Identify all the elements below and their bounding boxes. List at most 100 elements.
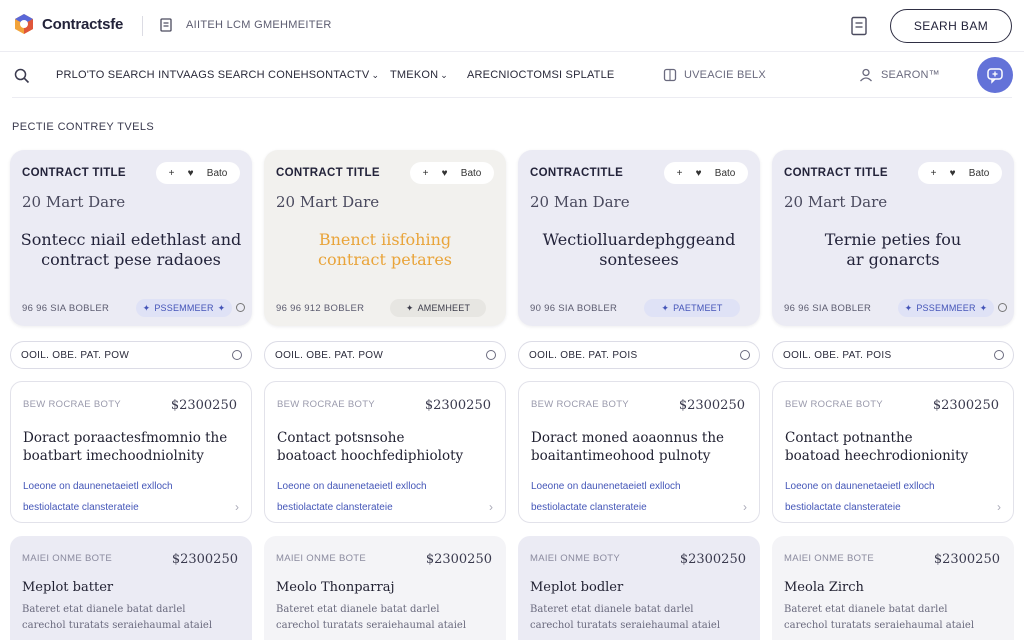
chevron-right-icon[interactable]: › — [489, 500, 493, 514]
summary-kicker: MAIEI ONME BOTE — [276, 553, 367, 564]
option-strip[interactable]: OOIL. OBE. PAT. POW — [264, 341, 506, 369]
status-badge-label: PAETMEET — [673, 303, 723, 313]
summary-description: Bateret etat dianele batat darlel carech… — [22, 602, 242, 634]
chat-button[interactable] — [977, 57, 1013, 93]
sparkle-icon: ✦ — [979, 302, 988, 313]
chevron-down-icon: ⌄ — [371, 70, 380, 80]
plus-icon[interactable]: + — [677, 168, 683, 179]
radio-icon[interactable] — [994, 350, 1004, 360]
contract-card[interactable]: CONTRACT TITLE + ♥ Bato 20 Mart Dare Ter… — [772, 150, 1014, 326]
contract-title: CONTRACT TITLE — [276, 167, 380, 179]
detail-link[interactable]: Loeone on daunenetaeietl exlloch — [277, 481, 427, 492]
contract-meta: 96 96 912 BOBLER — [276, 303, 365, 314]
detail-card[interactable]: BEW ROCRAE BOTY $2300250 Doract poraacte… — [10, 381, 252, 523]
summary-description-line: Bateret etat dianele batat darlel — [276, 604, 440, 615]
card-actions[interactable]: + ♥ Bato — [410, 162, 494, 184]
summary-description: Bateret etat dianele batat darlel carech… — [530, 602, 750, 634]
summary-title: Meola Zirch — [784, 580, 864, 595]
contract-meta: 96 96 SIA BOBLER — [784, 303, 872, 314]
option-strip-label: OOIL. OBE. PAT. POIS — [529, 350, 638, 361]
option-strip[interactable]: OOIL. OBE. PAT. POW — [10, 341, 252, 369]
logo-icon — [15, 14, 33, 34]
summary-description-line: Bateret etat dianele batat darlel — [530, 604, 694, 615]
summary-card[interactable]: MAIEI ONME BOTE $2300250 Meolo Thonparra… — [264, 536, 506, 640]
card-actions[interactable]: + ♥ Bato — [664, 162, 748, 184]
sparkle-icon: ✦ — [405, 302, 414, 313]
contract-title: CONTRACT TITLE — [784, 167, 888, 179]
filter-search-type-label: PRLO'TO SEARCH INTVAAGS SEARCH CONEHSONT… — [56, 69, 370, 81]
detail-link[interactable]: bestiolactate clansterateie — [277, 502, 393, 513]
breadcrumb[interactable]: AIITEH LCM GMEHMEITER — [186, 19, 332, 31]
summary-card[interactable]: MAIEI ONME BOTE $2300250 Meplot batter B… — [10, 536, 252, 640]
heart-icon[interactable]: ♥ — [188, 168, 194, 179]
card-actions[interactable]: + ♥ Bato — [918, 162, 1002, 184]
status-badge[interactable]: ✦ AMEMHEET — [390, 299, 486, 317]
detail-link[interactable]: Loeone on daunenetaeietl exlloch — [785, 481, 935, 492]
summary-line: Bnenct iisfohing — [318, 230, 452, 249]
user-icon[interactable] — [859, 68, 873, 82]
summary-card[interactable]: MAIEI ONME BOTY $2300250 Meplot bodler B… — [518, 536, 760, 640]
filter-term[interactable]: TMEKON ⌄ — [390, 69, 448, 81]
filter-term-label: TMEKON — [390, 69, 439, 81]
brand-logo[interactable]: Contractsfe — [12, 12, 123, 36]
plus-icon[interactable]: + — [931, 168, 937, 179]
status-badge[interactable]: ✦ PSSEMMEER ✦ — [898, 299, 994, 317]
bookmark-icon[interactable] — [850, 16, 868, 36]
radio-icon[interactable] — [236, 303, 245, 312]
chevron-right-icon[interactable]: › — [997, 500, 1001, 514]
summary-price: $2300250 — [933, 552, 1000, 567]
card-actions[interactable]: + ♥ Bato — [156, 162, 240, 184]
chevron-right-icon[interactable]: › — [235, 500, 239, 514]
summary-description-line: Bateret etat dianele batat darlel — [784, 604, 948, 615]
section-title: PECTIE CONTREY TVELS — [12, 121, 155, 133]
radio-icon[interactable] — [232, 350, 242, 360]
plus-icon[interactable]: + — [423, 168, 429, 179]
detail-link[interactable]: bestiolactate clansterateie — [531, 502, 647, 513]
plus-icon[interactable]: + — [169, 168, 175, 179]
detail-link[interactable]: bestiolactate clansterateie — [785, 502, 901, 513]
option-strip[interactable]: OOIL. OBE. PAT. POIS — [518, 341, 760, 369]
document-icon[interactable] — [160, 18, 172, 32]
grid-icon[interactable] — [663, 68, 677, 82]
radio-icon[interactable] — [740, 350, 750, 360]
option-strip[interactable]: OOIL. OBE. PAT. POIS — [772, 341, 1014, 369]
summary-card[interactable]: MAIEI ONME BOTE $2300250 Meola Zirch Bat… — [772, 536, 1014, 640]
detail-link[interactable]: Loeone on daunenetaeietl exlloch — [23, 481, 173, 492]
detail-link[interactable]: Loeone on daunenetaeietl exlloch — [531, 481, 681, 492]
filter-category[interactable]: ARECNIOCTOMSI SPLATLE — [467, 69, 614, 81]
detail-price: $2300250 — [170, 398, 237, 413]
heart-icon[interactable]: ♥ — [950, 168, 956, 179]
radio-icon[interactable] — [486, 350, 496, 360]
sparkle-icon: ✦ — [217, 302, 226, 313]
summary-line: sontesees — [599, 250, 679, 269]
status-badge[interactable]: ✦ PSSEMMEER ✦ — [136, 299, 232, 317]
pill-label: Bato — [460, 167, 482, 179]
search-icon[interactable] — [14, 68, 30, 84]
detail-card[interactable]: BEW ROCRAE BOTY $2300250 Contact potnant… — [772, 381, 1014, 523]
detail-card[interactable]: BEW ROCRAE BOTY $2300250 Doract moned ao… — [518, 381, 760, 523]
summary-line: Ternie peties fou — [824, 230, 962, 249]
contract-card[interactable]: CONTRACT TITLE + ♥ Bato 20 Mart Dare Son… — [10, 150, 252, 326]
detail-title-line: Contact potnanthe — [785, 430, 913, 446]
summary-price: $2300250 — [679, 552, 746, 567]
filter-user-label[interactable]: SEARON™ — [881, 69, 940, 81]
radio-icon[interactable] — [998, 303, 1007, 312]
detail-title-line: boatoad heechrodionionity — [785, 448, 969, 464]
sparkle-icon: ✦ — [142, 302, 151, 313]
contract-card[interactable]: CONTRACT TITLE + ♥ Bato 20 Mart Dare Bne… — [264, 150, 506, 326]
filter-view-label[interactable]: UVEACIE BELX — [684, 69, 766, 81]
heart-icon[interactable]: ♥ — [442, 168, 448, 179]
chevron-right-icon[interactable]: › — [743, 500, 747, 514]
pill-label: Bato — [714, 167, 736, 179]
summary-description: Bateret etat dianele batat darlel carech… — [784, 602, 1004, 634]
detail-link[interactable]: bestiolactate clansterateie — [23, 502, 139, 513]
detail-card[interactable]: BEW ROCRAE BOTY $2300250 Contact potsnso… — [264, 381, 506, 523]
heart-icon[interactable]: ♥ — [696, 168, 702, 179]
detail-price: $2300250 — [424, 398, 491, 413]
status-badge[interactable]: ✦ PAETMEET — [644, 299, 740, 317]
summary-price: $2300250 — [171, 552, 238, 567]
contract-card[interactable]: CONTRACTITLE + ♥ Bato 20 Man Dare Wectio… — [518, 150, 760, 326]
search-button[interactable]: SEARH BAM — [890, 9, 1012, 43]
filter-search-type[interactable]: PRLO'TO SEARCH INTVAAGS SEARCH CONEHSONT… — [56, 69, 379, 81]
summary-description-line: carechol turatats seraiehaumal ataiel — [276, 620, 467, 631]
